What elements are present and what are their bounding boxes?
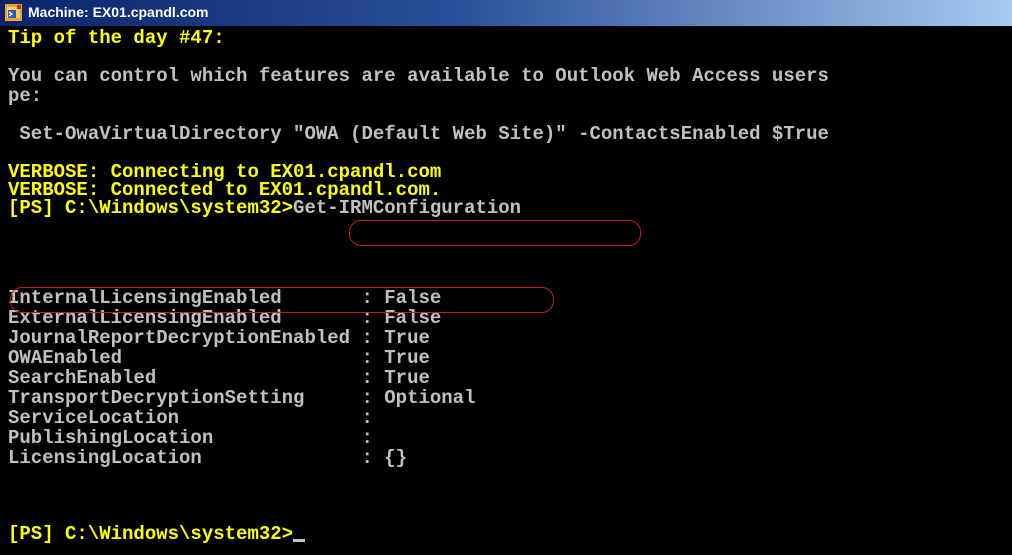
property-row: TransportDecryptionSetting : Optional <box>8 388 476 408</box>
property-row: PublishingLocation : <box>8 428 373 448</box>
prompt-text: [PS] C:\Windows\system32> <box>8 197 294 219</box>
property-value: : Optional <box>361 387 476 409</box>
property-row: InternalLicensingEnabled : False <box>8 288 441 308</box>
property-row: ExternalLicensingEnabled : False <box>8 308 441 328</box>
text-cursor <box>293 539 306 542</box>
property-value: : False <box>361 287 442 309</box>
property-value: : False <box>361 307 442 329</box>
prompt-line-2[interactable]: [PS] C:\Windows\system32> <box>8 523 306 545</box>
tip-heading: Tip of the day #47: <box>8 27 225 49</box>
property-value: : <box>361 407 373 429</box>
property-row: LicensingLocation : {} <box>8 448 407 468</box>
prompt-text: [PS] C:\Windows\system32> <box>8 523 294 545</box>
powershell-console-icon <box>5 4 22 21</box>
property-row: JournalReportDecryptionEnabled : True <box>8 328 430 348</box>
property-name: SearchEnabled <box>8 367 362 389</box>
property-value: : True <box>361 327 430 349</box>
property-name: PublishingLocation <box>8 427 362 449</box>
property-row: SearchEnabled : True <box>8 368 430 388</box>
window-title: Machine: EX01.cpandl.com <box>28 4 209 20</box>
tip-text-line-2: pe: <box>8 85 43 107</box>
property-name: ExternalLicensingEnabled <box>8 307 362 329</box>
tip-example-command: Set-OwaVirtualDirectory "OWA (Default We… <box>8 123 829 145</box>
property-value: : {} <box>361 447 408 469</box>
console-output[interactable]: Tip of the day #47: You can control whic… <box>0 26 1012 555</box>
property-name: OWAEnabled <box>8 347 362 369</box>
title-bar[interactable]: Machine: EX01.cpandl.com <box>0 0 1012 26</box>
property-value: : True <box>361 347 430 369</box>
property-name: LicensingLocation <box>8 447 362 469</box>
property-name: InternalLicensingEnabled <box>8 287 362 309</box>
property-value: : <box>361 427 373 449</box>
property-row: ServiceLocation : <box>8 408 373 428</box>
property-name: JournalReportDecryptionEnabled <box>8 327 362 349</box>
entered-command: Get-IRMConfiguration <box>293 197 522 219</box>
powershell-window: Machine: EX01.cpandl.com Tip of the day … <box>0 0 1012 555</box>
property-name: TransportDecryptionSetting <box>8 387 362 409</box>
property-name: ServiceLocation <box>8 407 362 429</box>
property-row: OWAEnabled : True <box>8 348 430 368</box>
prompt-line-1: [PS] C:\Windows\system32>Get-IRMConfigur… <box>8 198 521 218</box>
tip-text-line-1: You can control which features are avail… <box>8 65 829 87</box>
property-value: : True <box>361 367 430 389</box>
